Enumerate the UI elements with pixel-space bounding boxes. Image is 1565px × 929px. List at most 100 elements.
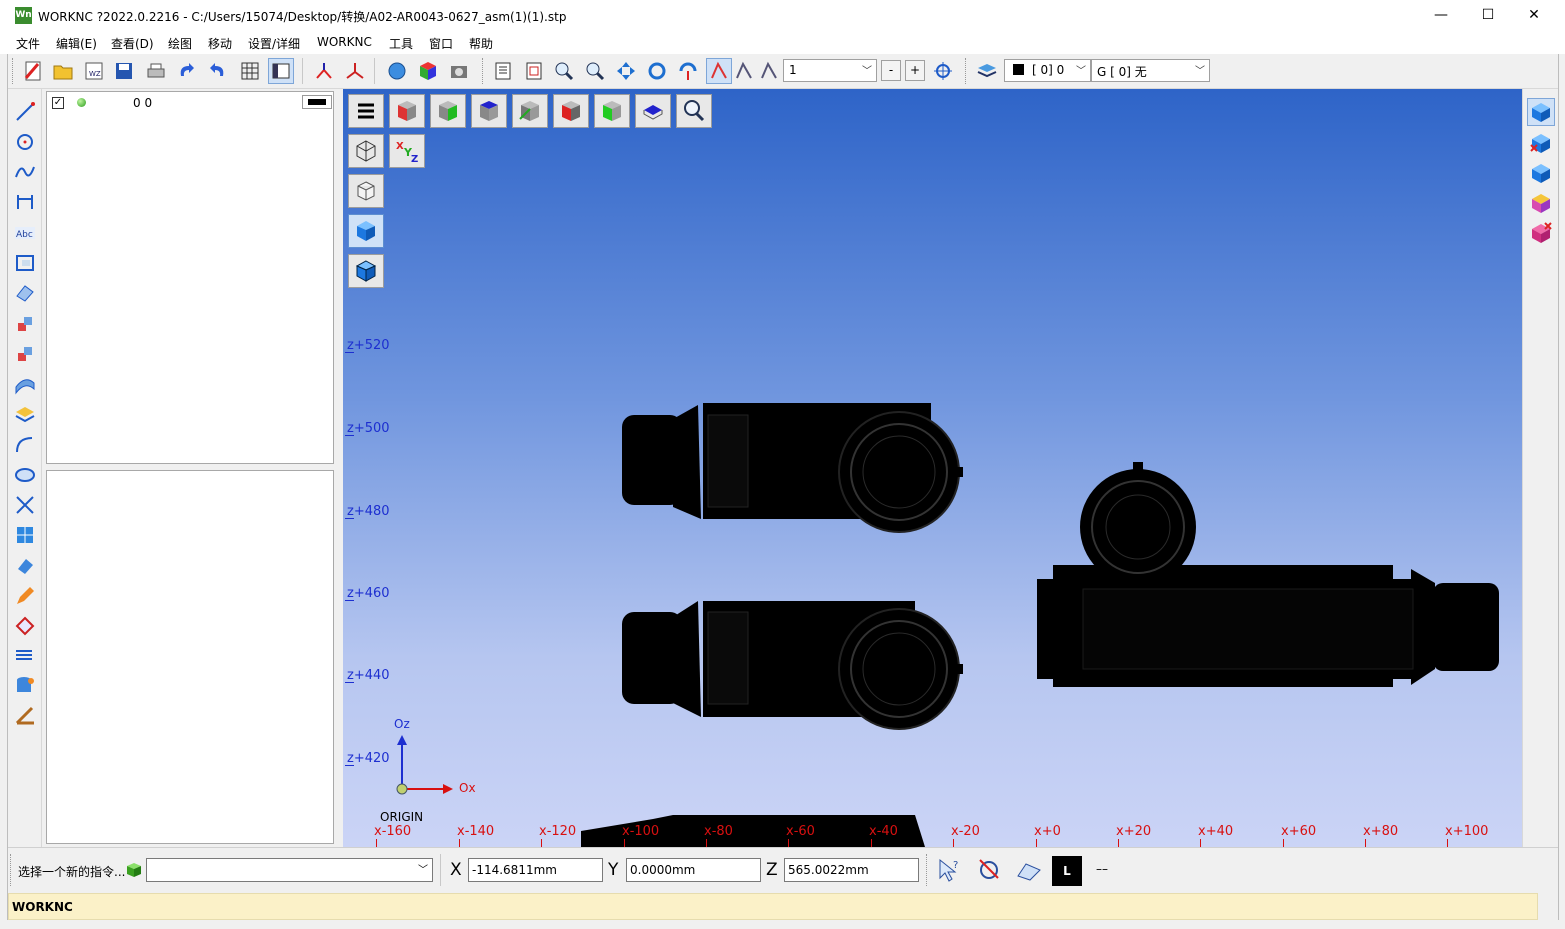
cylinder-part[interactable] bbox=[1037, 462, 1499, 687]
toolpath-tool-icon[interactable] bbox=[12, 643, 38, 669]
select-mode2-icon[interactable] bbox=[731, 58, 757, 84]
pencil-tool-icon[interactable] bbox=[12, 583, 38, 609]
menu-settings[interactable]: 设置/详细 bbox=[248, 35, 300, 52]
svg-text:?: ? bbox=[953, 860, 958, 871]
layer-color-swatch[interactable] bbox=[302, 95, 332, 109]
transform2-tool-icon[interactable] bbox=[12, 341, 38, 367]
increment-button[interactable]: + bbox=[905, 60, 925, 81]
open-folder-icon[interactable] bbox=[50, 58, 76, 84]
target-icon[interactable] bbox=[930, 58, 956, 84]
layers-tool-icon[interactable] bbox=[12, 401, 38, 427]
circle-tool-icon[interactable] bbox=[12, 129, 38, 155]
select-mode3-icon[interactable] bbox=[756, 58, 782, 84]
new-file-icon[interactable] bbox=[20, 58, 46, 84]
cylinder-part[interactable] bbox=[622, 403, 963, 533]
print-icon[interactable] bbox=[143, 58, 169, 84]
rotate-axis-icon[interactable] bbox=[675, 58, 701, 84]
x-axis-label: x-20 bbox=[951, 824, 980, 839]
color-cube-icon[interactable] bbox=[415, 58, 441, 84]
layers-icon[interactable] bbox=[974, 58, 1000, 84]
layer-select[interactable]: [ 0] 0 ﹀ bbox=[1004, 59, 1091, 82]
cylinder-part[interactable] bbox=[622, 601, 963, 730]
part-remove-icon[interactable] bbox=[1527, 129, 1555, 157]
frame-doc-icon[interactable] bbox=[521, 58, 547, 84]
rotate-icon[interactable] bbox=[644, 58, 670, 84]
menu-draw[interactable]: 绘图 bbox=[168, 35, 192, 52]
y-coord-field[interactable]: 0.0000mm bbox=[626, 858, 761, 882]
cad-parts[interactable] bbox=[343, 89, 1522, 847]
toolbar-grip[interactable] bbox=[12, 58, 15, 84]
layer-visibility-checkbox[interactable]: ✓ bbox=[52, 97, 64, 109]
snap-icon[interactable] bbox=[1014, 856, 1044, 884]
part-delete-icon[interactable] bbox=[1527, 219, 1555, 247]
menu-tools[interactable]: 工具 bbox=[389, 35, 413, 52]
pick-point-icon[interactable] bbox=[974, 856, 1004, 884]
line-tool-icon[interactable] bbox=[12, 99, 38, 125]
intersect-tool-icon[interactable] bbox=[12, 492, 38, 518]
left-panel: ✓ 0 0 bbox=[42, 89, 342, 847]
dimension-tool-icon[interactable] bbox=[12, 189, 38, 215]
menu-file[interactable]: 文件 bbox=[16, 35, 40, 52]
layer-row[interactable]: ✓ 0 0 bbox=[47, 92, 333, 112]
x-axis-label: x+0 bbox=[1034, 824, 1061, 839]
worknc-app-icon: Wn bbox=[15, 7, 32, 24]
measure-tool-icon[interactable] bbox=[12, 703, 38, 729]
minimize-button[interactable]: — bbox=[1418, 0, 1464, 30]
zoom-icon[interactable] bbox=[582, 58, 608, 84]
x-axis-label: x-160 bbox=[374, 824, 412, 839]
chevron-down-icon: ﹀ bbox=[418, 865, 428, 876]
x-axis-label: x-40 bbox=[869, 824, 898, 839]
eraser-tool-icon[interactable] bbox=[12, 553, 38, 579]
redo-icon[interactable] bbox=[205, 58, 231, 84]
save-icon[interactable] bbox=[111, 58, 137, 84]
x-axis-label: x+40 bbox=[1198, 824, 1234, 839]
menu-move[interactable]: 移动 bbox=[208, 35, 232, 52]
zoom-window-icon[interactable] bbox=[551, 58, 577, 84]
level-select[interactable]: 1 ﹀ bbox=[783, 59, 877, 82]
menu-edit[interactable]: 编辑(E) bbox=[56, 35, 97, 52]
main-toolbar: WZ 1 ﹀ - + [ 0] 0 ﹀ G [ 0] 无 ﹀ bbox=[8, 54, 1558, 89]
close-button[interactable]: ✕ bbox=[1511, 0, 1557, 30]
menu-worknc[interactable]: WORKNC bbox=[317, 35, 372, 49]
part-solid-icon[interactable] bbox=[1527, 159, 1555, 187]
group-select[interactable]: G [ 0] 无 ﹀ bbox=[1091, 59, 1210, 82]
database-tool-icon[interactable] bbox=[12, 673, 38, 699]
z-coord-field[interactable]: 565.0022mm bbox=[784, 858, 919, 882]
hatch-tool-icon[interactable] bbox=[12, 280, 38, 306]
ellipse-tool-icon[interactable] bbox=[12, 462, 38, 488]
wz-file-icon[interactable]: WZ bbox=[81, 58, 107, 84]
part-view-icon[interactable] bbox=[1527, 98, 1555, 126]
menu-help[interactable]: 帮助 bbox=[469, 35, 493, 52]
text-tool-icon[interactable]: Abc bbox=[12, 220, 38, 246]
green-cube-icon bbox=[127, 863, 141, 877]
surface-tool-icon[interactable] bbox=[12, 371, 38, 397]
shape-tool-icon[interactable] bbox=[12, 613, 38, 639]
maximize-button[interactable]: ☐ bbox=[1465, 0, 1511, 30]
z-coord-label: Z bbox=[766, 860, 778, 880]
arc-tool-icon[interactable] bbox=[12, 432, 38, 458]
transform-tool-icon[interactable] bbox=[12, 311, 38, 337]
menu-window[interactable]: 窗口 bbox=[429, 35, 453, 52]
part-pattern-icon[interactable] bbox=[1527, 189, 1555, 217]
select-mode-icon[interactable] bbox=[706, 58, 732, 84]
command-bar: 选择一个新的指令... ﹀ X -114.6811mm Y 0.0000mm Z… bbox=[8, 847, 1558, 892]
decrement-button[interactable]: - bbox=[881, 60, 901, 81]
spline-tool-icon[interactable] bbox=[12, 159, 38, 185]
pan-icon[interactable] bbox=[613, 58, 639, 84]
x-coord-field[interactable]: -114.6811mm bbox=[468, 858, 603, 882]
3d-viewport[interactable]: XYZ z+520 z+500 z+480 z+460 z+440 z+420 bbox=[343, 89, 1522, 847]
list-doc-icon[interactable] bbox=[490, 58, 516, 84]
pointer-help-icon[interactable]: ? bbox=[934, 856, 964, 884]
axis-w-icon[interactable] bbox=[342, 58, 368, 84]
command-input[interactable]: ﹀ bbox=[146, 858, 433, 882]
undo-icon[interactable] bbox=[173, 58, 199, 84]
globe-icon[interactable] bbox=[384, 58, 410, 84]
menu-view[interactable]: 查看(D) bbox=[111, 35, 154, 52]
grid-icon[interactable] bbox=[237, 58, 263, 84]
camera-icon[interactable] bbox=[446, 58, 472, 84]
mode-button[interactable]: L bbox=[1052, 856, 1082, 886]
box-tool-icon[interactable] bbox=[12, 522, 38, 548]
axis-xz-icon[interactable] bbox=[311, 58, 337, 84]
frame-tool-icon[interactable] bbox=[12, 250, 38, 276]
panel-toggle-icon[interactable] bbox=[268, 58, 294, 84]
